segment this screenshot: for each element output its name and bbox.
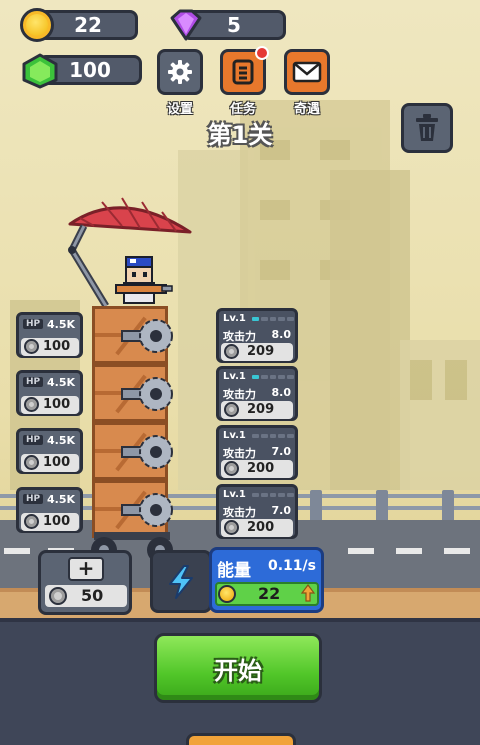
gem-count: 5 <box>227 13 241 37</box>
hp-value: 4.5K <box>46 493 75 506</box>
coin-icon <box>24 455 39 470</box>
upgrade-arrow-icon <box>301 584 315 602</box>
attack-value: 7.0 <box>271 445 292 458</box>
energy-rate: 0.11/s <box>268 558 316 574</box>
weapon-level-progress <box>252 493 294 497</box>
attack-label: 攻击力 <box>223 330 256 343</box>
hp-upgrade-card[interactable]: HP 4.5K 100 <box>16 487 83 533</box>
attack-label: 攻击力 <box>223 447 256 460</box>
background-building <box>400 340 480 490</box>
weapon-level: Lv.1 <box>223 489 246 500</box>
hp-upgrade-card[interactable]: HP 4.5K 100 <box>16 370 83 416</box>
trash-icon <box>416 114 438 141</box>
settings-button[interactable] <box>157 49 203 95</box>
weapon-level: Lv.1 <box>223 371 246 382</box>
coin-icon <box>24 339 39 354</box>
add-floor-cost: 50 <box>81 586 104 605</box>
saw-blade-weapon <box>121 377 173 411</box>
weapon-upgrade-card[interactable]: Lv.1 攻击力 7.0 200 <box>216 425 298 480</box>
start-button[interactable]: 开始 <box>154 633 322 703</box>
attack-label: 攻击力 <box>223 506 256 519</box>
attack-value: 8.0 <box>271 328 292 341</box>
coin-icon <box>224 520 239 535</box>
background-building <box>330 170 410 490</box>
weapon-upgrade-card[interactable]: Lv.1 攻击力 8.0 209 <box>216 308 298 363</box>
weapon-level-progress <box>252 375 294 379</box>
weapon-cost: 200 <box>247 520 275 535</box>
hp-cost: 100 <box>43 514 71 529</box>
task-list-icon <box>232 59 254 85</box>
hp-value: 4.5K <box>46 318 75 331</box>
road-line <box>444 548 470 554</box>
weapon-level-progress <box>252 317 294 321</box>
coin-icon <box>20 8 54 42</box>
coin-icon <box>224 344 239 359</box>
weapon-cost: 209 <box>247 344 275 359</box>
emerald-count: 100 <box>69 58 111 82</box>
weapon-level-progress <box>252 434 294 438</box>
hp-upgrade-card[interactable]: HP 4.5K 100 <box>16 428 83 474</box>
attack-value: 7.0 <box>271 504 292 517</box>
attack-label: 攻击力 <box>223 388 256 401</box>
events-button[interactable] <box>284 49 330 95</box>
hp-tag: HP <box>23 319 44 329</box>
coin-count: 22 <box>74 13 102 37</box>
coin-icon <box>24 514 39 529</box>
hp-cost: 100 <box>43 455 71 470</box>
coin-icon <box>224 402 239 417</box>
hp-value: 4.5K <box>46 376 75 389</box>
weapon-upgrade-card[interactable]: Lv.1 攻击力 7.0 200 <box>216 484 298 539</box>
weapon-level: Lv.1 <box>223 430 246 441</box>
add-floor-button[interactable]: + 50 <box>38 550 132 615</box>
energy-upgrade-card[interactable]: 能量 0.11/s 22 <box>209 547 324 613</box>
coin-icon <box>224 461 239 476</box>
saw-blade-weapon <box>121 493 173 527</box>
gear-icon <box>168 60 192 84</box>
saw-blade-weapon <box>121 435 173 469</box>
purple-gem-icon <box>170 9 202 41</box>
mail-icon <box>292 61 322 83</box>
start-label: 开始 <box>214 656 262 685</box>
weapon-upgrade-card[interactable]: Lv.1 攻击力 8.0 209 <box>216 366 298 421</box>
notification-dot <box>255 46 269 60</box>
rail-post <box>376 490 388 522</box>
weapon-cost: 200 <box>247 461 275 476</box>
hp-value: 4.5K <box>46 434 75 447</box>
secondary-button[interactable] <box>186 733 296 745</box>
coin-icon <box>49 587 67 605</box>
rail-post <box>442 490 454 522</box>
energy-label: 能量 <box>217 561 251 581</box>
tasks-button[interactable] <box>220 46 269 95</box>
hp-tag: HP <box>23 494 44 504</box>
coin-icon <box>24 397 39 412</box>
plus-icon: + <box>68 557 104 581</box>
road-line <box>348 548 374 554</box>
saw-blade-weapon <box>121 319 173 353</box>
hp-tag: HP <box>23 377 44 387</box>
coin-icon <box>218 585 236 603</box>
road-line <box>396 548 422 554</box>
energy-cost: 22 <box>258 584 281 603</box>
hp-upgrade-card[interactable]: HP 4.5K 100 <box>16 312 83 358</box>
road-line <box>4 548 30 554</box>
energy-icon-card <box>150 550 212 613</box>
attack-value: 8.0 <box>271 386 292 399</box>
hp-cost: 100 <box>43 397 71 412</box>
green-gem-icon <box>22 53 58 89</box>
hp-tag: HP <box>23 435 44 445</box>
rail-post <box>310 490 322 522</box>
trash-button[interactable] <box>401 103 453 153</box>
weapon-level: Lv.1 <box>223 313 246 324</box>
gunner-character <box>115 256 173 304</box>
lightning-icon <box>169 564 193 599</box>
hp-cost: 100 <box>43 339 71 354</box>
weapon-cost: 209 <box>247 402 275 417</box>
